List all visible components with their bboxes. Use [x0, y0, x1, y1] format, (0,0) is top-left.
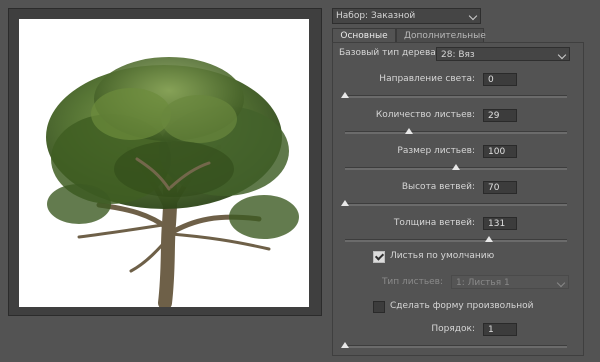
- leaf-count-slider[interactable]: [345, 128, 567, 134]
- chevron-down-icon: [557, 50, 567, 60]
- leaf-count-label: Количество листьев:: [375, 110, 475, 120]
- preset-dropdown[interactable]: Набор: Заказной: [332, 8, 481, 24]
- tab-advanced[interactable]: Дополнительные: [396, 28, 486, 43]
- branch-thickness-label: Толщина ветвей:: [393, 218, 475, 228]
- tab-advanced-label: Дополнительные: [404, 31, 486, 41]
- branch-thickness-input[interactable]: 131: [483, 217, 517, 230]
- leaf-type-value: 1: Листья 1: [456, 278, 510, 288]
- tree-preview-frame: [8, 8, 322, 316]
- base-tree-value: 28: Вяз: [441, 50, 475, 60]
- slider-thumb[interactable]: [452, 164, 460, 170]
- leaf-type-label: Тип листьев:: [381, 277, 443, 287]
- tab-basic-label: Основные: [340, 31, 388, 41]
- slider-thumb[interactable]: [341, 342, 349, 348]
- leaf-size-label: Размер листьев:: [397, 146, 475, 156]
- tree-illustration: [46, 57, 299, 307]
- default-leaves-checkbox[interactable]: [373, 251, 385, 263]
- leaf-size-input[interactable]: 100: [483, 145, 517, 158]
- leaf-size-slider[interactable]: [345, 164, 567, 170]
- base-tree-label: Базовый тип дерева:: [339, 48, 439, 58]
- preset-label: Набор:: [336, 11, 369, 21]
- custom-shape-checkbox[interactable]: [373, 301, 385, 313]
- leaf-count-input[interactable]: 29: [483, 109, 517, 122]
- preset-value: Заказной: [370, 11, 416, 21]
- check-icon: [374, 251, 385, 261]
- light-direction-input[interactable]: 0: [483, 73, 517, 86]
- branch-thickness-slider[interactable]: [345, 236, 567, 242]
- branch-height-slider[interactable]: [341, 200, 567, 206]
- chevron-down-icon: [556, 278, 566, 288]
- chevron-down-icon: [468, 11, 478, 21]
- order-label: Порядок:: [431, 324, 475, 334]
- default-leaves-label: Листья по умолчанию: [390, 251, 495, 261]
- leaf-type-dropdown[interactable]: 1: Листья 1: [451, 275, 569, 289]
- branch-height-input[interactable]: 70: [483, 181, 517, 194]
- settings-panel: Базовый тип дерева: 28: Вяз Направление …: [332, 42, 584, 356]
- slider-thumb[interactable]: [485, 236, 494, 242]
- tree-preview-canvas: [19, 19, 309, 307]
- custom-shape-label: Сделать форму произвольной: [390, 301, 534, 311]
- order-input[interactable]: 1: [483, 323, 517, 336]
- slider-thumb[interactable]: [341, 200, 349, 206]
- order-slider[interactable]: [341, 342, 567, 348]
- branch-height-label: Высота ветвей:: [401, 182, 475, 192]
- light-direction-label: Направление света:: [379, 74, 475, 84]
- light-direction-slider[interactable]: [341, 92, 567, 98]
- slider-thumb[interactable]: [405, 128, 414, 134]
- base-tree-dropdown[interactable]: 28: Вяз: [436, 47, 570, 61]
- tab-basic[interactable]: Основные: [332, 28, 396, 43]
- slider-thumb[interactable]: [341, 92, 349, 98]
